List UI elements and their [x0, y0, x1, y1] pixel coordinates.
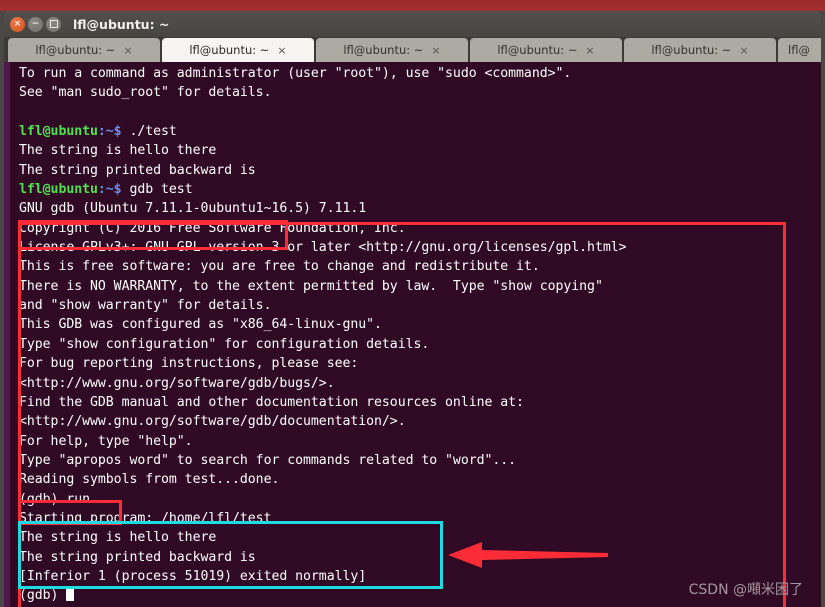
window-titlebar: × − lfl@ubuntu: ~ — [4, 11, 821, 37]
tab-close-icon[interactable]: × — [739, 45, 748, 56]
terminal-window: × − lfl@ubuntu: ~ lfl@ubuntu: ~ × lfl@ub… — [4, 11, 821, 607]
tab-close-icon[interactable]: × — [277, 45, 286, 56]
tab-label: lfl@ — [788, 43, 810, 57]
minimize-button-icon[interactable]: − — [28, 16, 43, 32]
tab-close-icon[interactable]: × — [585, 45, 594, 56]
window-title: lfl@ubuntu: ~ — [73, 16, 170, 32]
tab-label: lfl@ubuntu: ~ — [35, 43, 116, 57]
terminal-tab-4[interactable]: lfl@ubuntu: ~ × — [470, 38, 622, 62]
terminal-output: To run a command as administrator (user … — [19, 66, 627, 604]
close-icon: × — [13, 18, 22, 29]
screenshot-root: × − lfl@ubuntu: ~ lfl@ubuntu: ~ × lfl@ub… — [0, 0, 825, 607]
terminal-tab-5[interactable]: lfl@ubuntu: ~ × — [624, 38, 776, 62]
tab-bar: lfl@ubuntu: ~ × lfl@ubuntu: ~ × lfl@ubun… — [4, 37, 821, 62]
tab-label: lfl@ubuntu: ~ — [497, 43, 578, 57]
terminal-tab-3[interactable]: lfl@ubuntu: ~ × — [316, 38, 468, 62]
tab-label: lfl@ubuntu: ~ — [189, 43, 270, 57]
tab-close-icon[interactable]: × — [123, 45, 132, 56]
maximize-icon — [49, 20, 58, 28]
close-button-icon[interactable]: × — [10, 16, 25, 32]
tab-label: lfl@ubuntu: ~ — [343, 43, 424, 57]
terminal-tab-6[interactable]: lfl@ — [778, 38, 821, 62]
minimize-icon: − — [31, 18, 40, 29]
terminal-screen[interactable]: To run a command as administrator (user … — [10, 62, 821, 607]
terminal-tab-1[interactable]: lfl@ubuntu: ~ × — [8, 38, 160, 62]
maximize-button-icon[interactable] — [46, 16, 61, 32]
tab-label: lfl@ubuntu: ~ — [651, 43, 732, 57]
window-controls: × − — [10, 16, 61, 32]
desktop-background-top — [0, 0, 825, 11]
watermark: CSDN @噸米困了 — [688, 582, 803, 598]
terminal-tab-2[interactable]: lfl@ubuntu: ~ × — [162, 38, 314, 62]
tab-close-icon[interactable]: × — [431, 45, 440, 56]
terminal-border: To run a command as administrator (user … — [4, 62, 821, 607]
